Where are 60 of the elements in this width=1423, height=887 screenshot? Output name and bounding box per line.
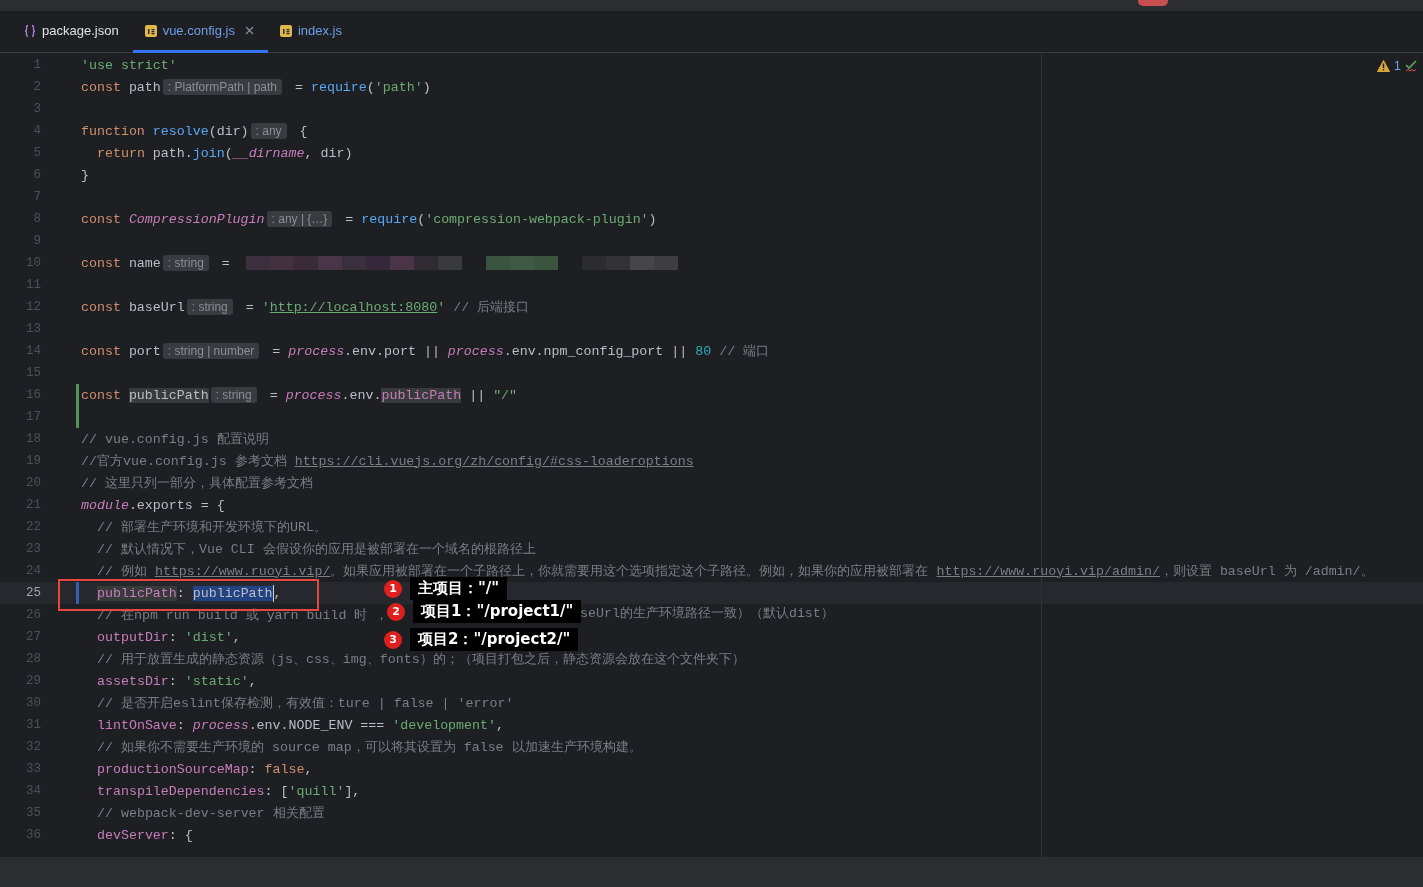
callout-label: 项目2："/project2/" [410, 628, 579, 651]
type-hint: : PlatformPath | path [162, 79, 282, 95]
code-text: lintOnSave: process.env.NODE_ENV === 'development', [97, 717, 504, 733]
code-text: = 'http://localhost:8080' // 后端接口 [244, 298, 530, 316]
code-text: const path [81, 79, 161, 95]
code-text: // 部署生产环境和开发环境下的URL。 [97, 519, 327, 536]
link[interactable]: https://www.ruoyi.vip/admin/ [936, 563, 1160, 579]
code-text: const name [81, 255, 161, 271]
link[interactable]: https://cli.vuejs.org/zh/config/#css-loaderoptions [294, 453, 694, 469]
code-text: = process.env.publicPath || "/" [268, 387, 518, 403]
type-hint: : string [162, 255, 209, 271]
file-tab[interactable]: package.json [12, 11, 133, 53]
code-text: // vue.config.js 配置说明 [81, 431, 269, 448]
code-text: // webpack-dev-server 相关配置 [97, 805, 325, 822]
file-tab[interactable]: vue.config.js [132, 11, 268, 53]
check-icon [1405, 59, 1417, 72]
code-text: const baseUrl [81, 299, 185, 315]
braces-icon [24, 23, 36, 38]
code-text: } [81, 167, 89, 183]
code-text: // 如果你不需要生产环境的 source map，可以将其设置为 false 以加速生产环境构建。 [97, 739, 642, 756]
js-file-icon [144, 24, 157, 37]
type-hint: : string [186, 299, 233, 315]
code-text: { [298, 123, 308, 139]
line-number: 25 [25, 586, 41, 600]
code-text: devServer: { [97, 827, 193, 843]
close-icon[interactable] [244, 26, 254, 35]
code-text: const port [81, 343, 161, 359]
code-text: transpileDependencies: ['quill'], [97, 783, 361, 799]
code-text: = [220, 255, 231, 271]
code-text: assetsDir: 'static', [97, 673, 257, 689]
code-text: publicPath: publicPath, [97, 584, 282, 602]
code-text: 'use strict' [81, 57, 177, 73]
code-text: = require('path') [293, 79, 431, 95]
link[interactable]: http://localhost:8080 [269, 299, 438, 315]
code-text: = require('compression-webpack-plugin') [344, 211, 657, 227]
code-text: //官方vue.config.js 参考文档 https://cli.vuejs.org/zh/config/#css-loaderoptions [81, 452, 694, 470]
code-text: function resolve(dir) [81, 123, 249, 139]
code-text: const CompressionPlugin [81, 211, 265, 227]
callout-label: 主项目："/" [410, 577, 508, 600]
code-text: outputDir: 'dist', [97, 629, 241, 645]
code-text: module.exports = { [81, 497, 225, 513]
type-hint: : any [250, 123, 287, 139]
code-text: const publicPath [81, 387, 209, 403]
type-hint: : any | {…} [266, 211, 333, 227]
code-text: productionSourceMap: false, [97, 761, 313, 777]
type-hint: : string [210, 387, 257, 403]
warning-count[interactable]: 1 [1393, 58, 1401, 73]
number-badge: 3 [384, 630, 402, 649]
file-tab[interactable]: index.js [267, 11, 356, 53]
code-text: return path.join(__dirname, dir) [97, 145, 353, 161]
code-text: = process.env.port || process.env.npm_config_port || 80 // 端口 [271, 342, 770, 360]
code-text: // 这里只列一部分，具体配置参考文档 [81, 475, 313, 492]
code-text: // 用于放置生成的静态资源（js、css、img、fonts）的；（项目打包之后，静态资源会放在这个文件夹下） [97, 651, 745, 668]
code-text: // 是否开启eslint保存检测，有效值：ture | false | 'error' [97, 695, 514, 712]
js-file-icon [279, 24, 292, 37]
type-hint: : string | number [162, 343, 260, 359]
warning-icon[interactable] [1376, 59, 1390, 72]
link[interactable]: https://www.ruoyi.vip/ [154, 563, 331, 579]
number-badge: 1 [384, 579, 402, 598]
callout-label: 项目1："/project1/" [413, 600, 582, 623]
